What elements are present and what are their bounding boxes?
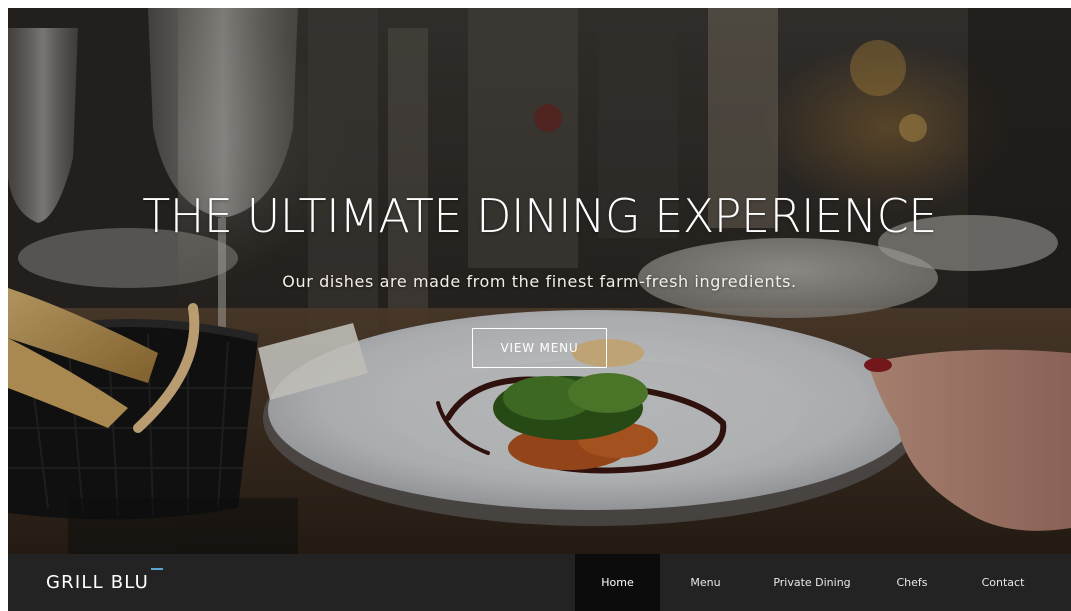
hero-subtitle: Our dishes are made from the finest farm…: [282, 272, 797, 291]
brand-accent-mark: [151, 568, 163, 570]
hero-section: THE ULTIMATE DINING EXPERIENCE Our dishe…: [8, 8, 1071, 554]
nav-item-menu[interactable]: Menu: [668, 554, 743, 611]
hero-title: THE ULTIMATE DINING EXPERIENCE: [142, 189, 937, 243]
page: THE ULTIMATE DINING EXPERIENCE Our dishe…: [8, 8, 1071, 611]
navbar: GRILL BLU Home Menu Private Dining Chefs…: [8, 554, 1071, 611]
nav-item-contact[interactable]: Contact: [963, 554, 1043, 611]
nav-item-private-dining[interactable]: Private Dining: [756, 554, 868, 611]
view-menu-button[interactable]: VIEW MENU: [472, 328, 607, 368]
brand-logo[interactable]: GRILL BLU: [46, 571, 149, 595]
nav-item-chefs[interactable]: Chefs: [878, 554, 946, 611]
nav-item-home[interactable]: Home: [575, 554, 660, 611]
